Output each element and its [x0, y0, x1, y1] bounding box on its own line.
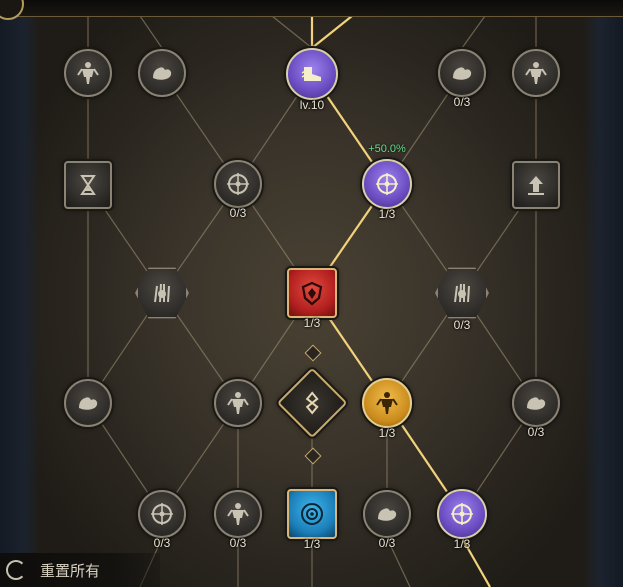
reset-all-button[interactable]: 重置所有 [0, 553, 160, 587]
skill-node-crosshair[interactable] [138, 490, 186, 538]
connection-line [311, 15, 353, 49]
skill-node-crosshair[interactable] [437, 489, 487, 539]
skill-node-crosshair[interactable] [362, 159, 412, 209]
upgrade-icon [523, 172, 549, 198]
core-icon [299, 390, 325, 416]
crosshair-icon [149, 501, 175, 527]
body-icon [523, 60, 549, 86]
node-level-label: 1/3 [378, 207, 396, 221]
skill-node-body[interactable] [64, 49, 112, 97]
node-level-label: 0/3 [229, 206, 247, 220]
skill-node-boot[interactable] [286, 48, 338, 100]
node-level-label: 1/3 [303, 316, 321, 330]
node-level-label: 1/3 [378, 426, 396, 440]
node-level-label: 0/3 [527, 425, 545, 439]
skill-node-crosshair[interactable] [214, 160, 262, 208]
top-bar [0, 0, 623, 20]
body-icon [225, 501, 251, 527]
skill-node-shield[interactable] [287, 268, 337, 318]
crosshair-icon [374, 171, 400, 197]
skill-node-target[interactable] [287, 489, 337, 539]
arm-icon [149, 60, 175, 86]
arm-icon [449, 60, 475, 86]
node-level-label: 1/3 [303, 537, 321, 551]
skill-node-arm[interactable] [64, 379, 112, 427]
crosshair-icon [225, 171, 251, 197]
reset-icon [6, 560, 26, 580]
skill-tree-panel: lv.10 0/3 0/3 1/3 +50.0% 1/3 0/3 1/3 0/3 [0, 0, 623, 587]
node-level-label: 0/3 [378, 536, 396, 550]
connection-line [271, 15, 313, 49]
connection-line [461, 15, 486, 49]
node-level-label: 0/3 [453, 95, 471, 109]
skill-node-body[interactable] [214, 490, 262, 538]
node-bonus-label: +50.0% [368, 143, 406, 155]
reset-all-label: 重置所有 [40, 562, 101, 580]
body-icon [75, 60, 101, 86]
arm-icon [523, 390, 549, 416]
target-icon [299, 501, 325, 527]
arm-icon [374, 501, 400, 527]
skill-node-arm[interactable] [438, 49, 486, 97]
arm-icon [75, 390, 101, 416]
crosshair-icon [449, 501, 475, 527]
body-icon [225, 390, 251, 416]
skill-node-upgrade[interactable] [512, 161, 560, 209]
node-level-label: 0/3 [229, 536, 247, 550]
claw-icon [149, 280, 175, 306]
skill-node-body[interactable] [512, 49, 560, 97]
skill-node-arm[interactable] [138, 49, 186, 97]
node-level-label: 1/3 [453, 537, 471, 551]
claw-icon [449, 280, 475, 306]
node-level-label: 0/3 [453, 318, 471, 332]
skill-node-arm[interactable] [363, 490, 411, 538]
node-level-label: lv.10 [299, 98, 325, 112]
body-icon [374, 390, 400, 416]
hourglass-icon [75, 172, 101, 198]
shield-icon [299, 280, 325, 306]
connection-line [139, 15, 163, 49]
skill-node-body[interactable] [362, 378, 412, 428]
skill-node-body[interactable] [214, 379, 262, 427]
node-level-label: 0/3 [153, 536, 171, 550]
skill-node-arm[interactable] [512, 379, 560, 427]
skill-node-hourglass[interactable] [64, 161, 112, 209]
boot-icon [299, 61, 325, 87]
